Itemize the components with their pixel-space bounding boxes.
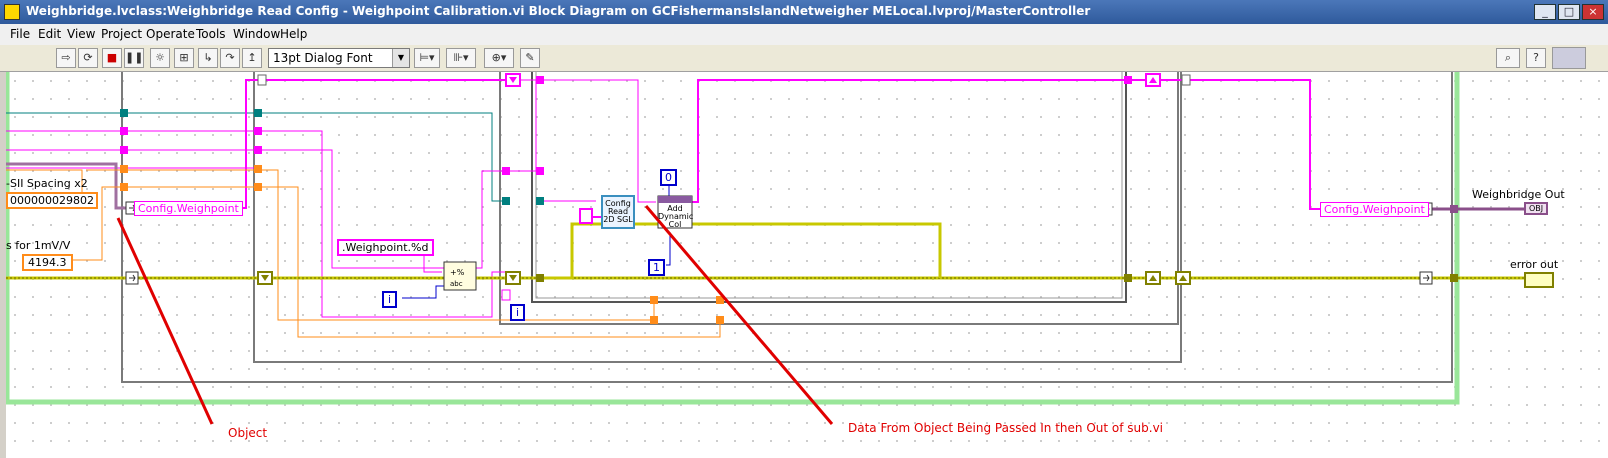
- annotation-object: Object: [228, 426, 268, 440]
- menu-bar: File Edit View Project Operate Tools Win…: [0, 24, 1608, 46]
- menu-window[interactable]: Window: [233, 27, 280, 41]
- run-continuously-icon[interactable]: ⟳: [78, 48, 98, 68]
- window-title: Weighbridge.lvclass:Weighbridge Read Con…: [26, 4, 1091, 18]
- highlight-execution-icon[interactable]: ☼: [150, 48, 170, 68]
- block-diagram-canvas[interactable]: +% abc -SII Spacing x2 000000029802 s fo…: [6, 72, 1608, 458]
- abort-icon[interactable]: ■: [102, 48, 122, 68]
- loop-i-terminal[interactable]: i: [510, 304, 526, 321]
- menu-tools[interactable]: Tools: [196, 27, 226, 41]
- menu-help[interactable]: Help: [280, 27, 307, 41]
- run-arrow-icon[interactable]: ⇨: [56, 48, 76, 68]
- title-bar: Weighbridge.lvclass:Weighbridge Read Con…: [0, 0, 1608, 24]
- weighbridge-out-terminal[interactable]: OBJ: [1524, 202, 1549, 215]
- menu-edit[interactable]: Edit: [38, 27, 61, 41]
- menu-file[interactable]: File: [10, 27, 30, 41]
- close-button[interactable]: ×: [1582, 4, 1604, 20]
- labview-app-icon: [4, 4, 20, 20]
- minimize-button[interactable]: _: [1534, 4, 1556, 20]
- outer-case-frame: [6, 72, 1460, 405]
- font-select-value: 13pt Dialog Font: [273, 51, 373, 65]
- diagram-wires: +% abc: [6, 72, 1530, 425]
- for-loop-frame-inner: [531, 72, 1127, 303]
- index-i-terminal[interactable]: i: [382, 291, 398, 308]
- config-weighpoint-right[interactable]: Config.Weighpoint: [1320, 202, 1429, 217]
- menu-operate[interactable]: Operate: [146, 27, 195, 41]
- pause-icon[interactable]: ❚❚: [124, 48, 144, 68]
- step-out-icon[interactable]: ↥: [242, 48, 262, 68]
- annotation-data-flow: Data From Object Being Passed In then Ou…: [848, 421, 1164, 435]
- spacing-constant[interactable]: 000000029802: [6, 192, 98, 209]
- constant-one[interactable]: 1: [648, 259, 665, 276]
- step-into-icon[interactable]: ↳: [198, 48, 218, 68]
- font-select[interactable]: 13pt Dialog Font ▼: [268, 48, 410, 68]
- constant-zero[interactable]: 0: [660, 169, 677, 186]
- spacing-label: -SII Spacing x2: [6, 177, 88, 190]
- reorder-icon[interactable]: ⊕▾: [484, 48, 514, 68]
- error-out-terminal[interactable]: [1524, 272, 1554, 288]
- svg-text:abc: abc: [450, 280, 463, 288]
- config-read-node-label[interactable]: Config Read 2D SGL: [602, 200, 634, 224]
- vi-icon: [1552, 47, 1586, 69]
- weighbridge-out-label: Weighbridge Out: [1472, 188, 1565, 201]
- retain-wire-values-icon[interactable]: ⊞: [174, 48, 194, 68]
- clean-up-diagram-icon[interactable]: ✎: [520, 48, 540, 68]
- svg-text:+%: +%: [450, 268, 465, 277]
- step-over-icon[interactable]: ↷: [220, 48, 240, 68]
- mv-label: s for 1mV/V: [6, 239, 71, 252]
- maximize-button[interactable]: □: [1558, 4, 1580, 20]
- chevron-down-icon: ▼: [392, 49, 409, 67]
- help-icon[interactable]: ?: [1526, 48, 1546, 68]
- align-objects-icon[interactable]: ⊨▾: [414, 48, 440, 68]
- format-string-constant[interactable]: .Weighpoint.%d: [337, 239, 434, 256]
- search-icon[interactable]: ⌕: [1496, 48, 1520, 68]
- config-weighpoint-left[interactable]: Config.Weighpoint: [134, 201, 243, 216]
- mv-constant[interactable]: 4194.3: [22, 254, 73, 271]
- inner-frame-edge: [535, 72, 1123, 299]
- menu-view[interactable]: View: [67, 27, 95, 41]
- add-dynamic-col-node-label[interactable]: Add Dynamic Col: [658, 205, 693, 229]
- error-out-label: error out: [1510, 258, 1559, 271]
- menu-project[interactable]: Project: [101, 27, 142, 41]
- distribute-objects-icon[interactable]: ⊪▾: [446, 48, 476, 68]
- toolbar: ⇨ ⟳ ■ ❚❚ ☼ ⊞ ↳ ↷ ↥ 13pt Dialog Font ▼ ⊨▾…: [0, 45, 1608, 72]
